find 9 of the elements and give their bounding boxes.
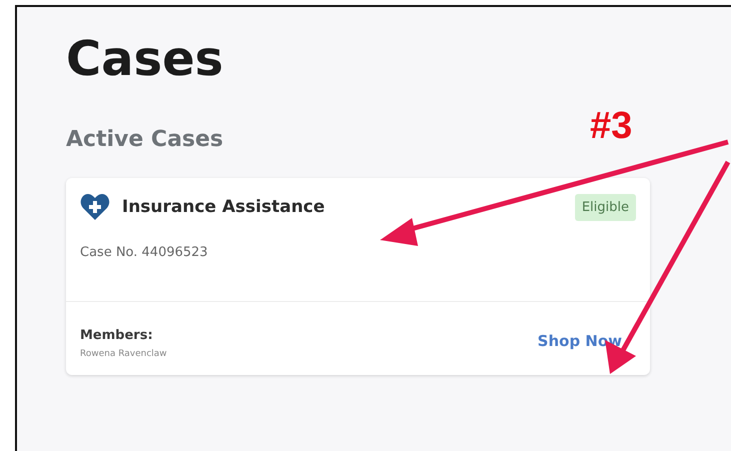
status-badge: Eligible [574, 194, 636, 221]
annotation-label: #3 [590, 105, 632, 148]
member-name: Rowena Ravenclaw [80, 348, 167, 359]
section-title: Active Cases [66, 126, 224, 152]
members-label: Members: [80, 328, 153, 343]
case-number: Case No. 44096523 [80, 244, 208, 260]
case-title: Insurance Assistance [122, 197, 326, 218]
heart-plus-icon [80, 194, 110, 220]
page-title: Cases [66, 31, 224, 89]
